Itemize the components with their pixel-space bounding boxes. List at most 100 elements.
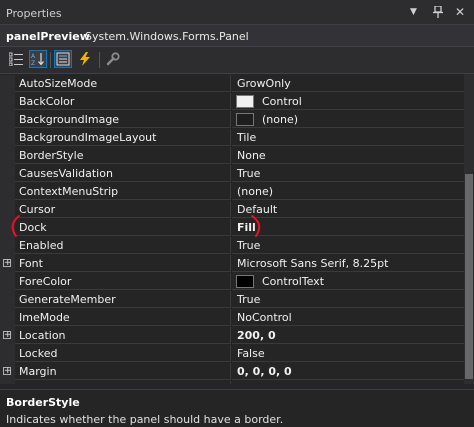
property-row[interactable]: ContextMenuStrip (none) [0, 183, 464, 201]
properties-icon [56, 52, 70, 66]
property-name: BackgroundImage [15, 111, 231, 128]
description-pane: BorderStyle Indicates whether the panel … [0, 389, 474, 427]
property-value-text: Tile [237, 131, 257, 144]
property-row[interactable]: Cursor Default [0, 201, 464, 219]
row-gutter [0, 165, 15, 183]
object-selector[interactable]: panelPreview System.Windows.Forms.Panel [0, 25, 474, 47]
description-text: Indicates whether the panel should have … [6, 413, 284, 426]
alphabetical-button[interactable]: A Z [29, 50, 47, 68]
property-value[interactable]: (none) [232, 111, 464, 128]
property-row[interactable]: BackColor Control [0, 93, 464, 111]
property-row[interactable]: BorderStyle None [0, 147, 464, 165]
property-row[interactable]: + Margin 0, 0, 0, 0 [0, 363, 464, 381]
property-name: AutoSizeMode [15, 75, 231, 92]
row-gutter [0, 309, 15, 327]
property-row[interactable]: Locked False [0, 345, 464, 363]
property-name: Enabled [15, 237, 231, 254]
property-name: MaximumSize [15, 381, 231, 384]
expand-icon[interactable]: + [3, 367, 12, 376]
window-title: Properties [6, 7, 62, 20]
property-row[interactable]: ForeColor ControlText [0, 273, 464, 291]
row-gutter [0, 345, 15, 363]
property-value[interactable]: 0, 0 [232, 381, 464, 384]
property-value[interactable]: Tile [232, 129, 464, 146]
property-row[interactable]: Enabled True [0, 237, 464, 255]
row-gutter: + [0, 381, 15, 384]
property-value-text: Control [262, 95, 302, 108]
wrench-icon [106, 52, 120, 66]
property-value[interactable]: Default [232, 201, 464, 218]
property-value-text: 200, 0 [237, 329, 276, 342]
lightning-icon [80, 52, 90, 66]
expand-icon[interactable]: + [3, 259, 12, 268]
property-value[interactable]: 0, 0, 0, 0 [232, 363, 464, 380]
property-value[interactable]: True [232, 237, 464, 254]
property-row[interactable]: + Location 200, 0 [0, 327, 464, 345]
property-value[interactable]: True [232, 291, 464, 308]
row-gutter [0, 183, 15, 201]
row-gutter [0, 147, 15, 165]
property-value-text: None [237, 149, 266, 162]
property-value-text: Microsoft Sans Serif, 8.25pt [237, 257, 389, 270]
property-value[interactable]: GrowOnly [232, 75, 464, 92]
property-row[interactable]: + Font Microsoft Sans Serif, 8.25pt [0, 255, 464, 273]
property-row[interactable]: GenerateMember True [0, 291, 464, 309]
svg-text:Z: Z [31, 60, 35, 66]
property-name: BackgroundImageLayout [15, 129, 231, 146]
property-value[interactable]: NoControl [232, 309, 464, 326]
property-value-text: True [237, 167, 261, 180]
categorized-icon [9, 52, 23, 66]
color-swatch [236, 112, 254, 126]
properties-button[interactable] [54, 50, 72, 68]
property-value[interactable]: Fill [232, 219, 464, 236]
close-icon[interactable]: ✕ [455, 6, 465, 18]
property-name: Locked [15, 345, 231, 362]
property-row[interactable]: AutoSizeMode GrowOnly [0, 75, 464, 93]
property-value-text: 0, 0 [237, 383, 258, 384]
window-position-dropdown-icon[interactable]: ▼ [410, 6, 417, 18]
vertical-scrollbar[interactable] [464, 74, 474, 384]
property-value-text: (none) [237, 185, 274, 198]
property-value-text: ControlText [262, 275, 325, 288]
property-value[interactable]: (none) [232, 183, 464, 200]
row-gutter: + [0, 363, 15, 381]
property-pages-button[interactable] [104, 50, 122, 68]
property-value[interactable]: Microsoft Sans Serif, 8.25pt [232, 255, 464, 272]
row-gutter [0, 111, 15, 129]
property-value[interactable]: Control [232, 93, 464, 110]
property-value-text: NoControl [237, 311, 292, 324]
property-row[interactable]: BackgroundImage (none) [0, 111, 464, 129]
property-value[interactable]: None [232, 147, 464, 164]
property-value[interactable]: False [232, 345, 464, 362]
property-name: BackColor [15, 93, 231, 110]
property-name: GenerateMember [15, 291, 231, 308]
property-value[interactable]: True [232, 165, 464, 182]
row-gutter [0, 291, 15, 309]
property-name: ImeMode [15, 309, 231, 326]
color-swatch [236, 274, 254, 288]
title-bar: Properties ▼ ✕ [0, 0, 474, 25]
property-value[interactable]: 200, 0 [232, 327, 464, 344]
row-gutter [0, 273, 15, 291]
row-gutter: + [0, 255, 15, 273]
property-row[interactable]: ImeMode NoControl [0, 309, 464, 327]
categorized-button[interactable] [7, 50, 25, 68]
pin-icon[interactable] [433, 5, 443, 21]
expand-icon[interactable]: + [3, 331, 12, 340]
property-row[interactable]: BackgroundImageLayout Tile [0, 129, 464, 147]
property-grid: AutoSizeMode GrowOnly BackColor Control Back… [0, 74, 464, 384]
property-value[interactable]: ControlText [232, 273, 464, 290]
description-title: BorderStyle [6, 396, 80, 409]
toolbar-separator [99, 52, 100, 68]
property-value-text: (none) [262, 113, 299, 126]
events-button[interactable] [76, 50, 94, 68]
object-name: panelPreview [6, 30, 90, 43]
property-row[interactable]: Dock Fill [0, 219, 464, 237]
property-row[interactable]: CausesValidation True [0, 165, 464, 183]
scrollbar-thumb[interactable] [465, 174, 473, 379]
alphabetical-sort-icon: A Z [31, 53, 44, 66]
property-value-text: True [237, 293, 261, 306]
property-row[interactable]: +MaximumSize 0, 0 [0, 381, 464, 384]
property-value-text: False [237, 347, 265, 360]
property-name: CausesValidation [15, 165, 231, 182]
